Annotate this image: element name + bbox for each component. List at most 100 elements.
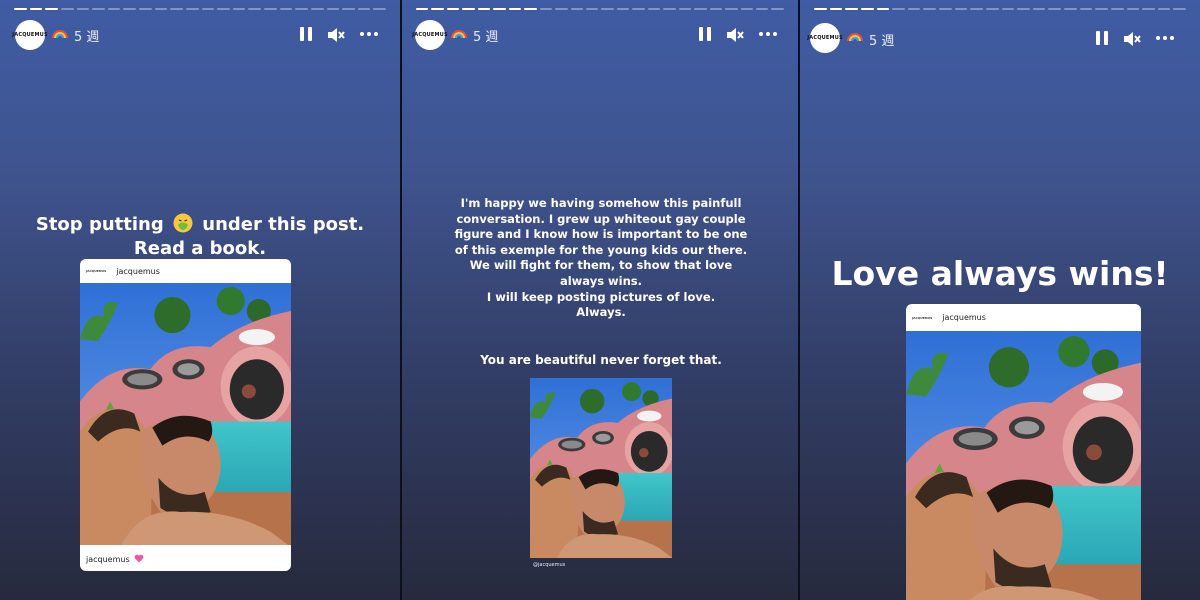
- progress-segment: [954, 8, 968, 10]
- progress-segment: [92, 8, 105, 10]
- progress-segment: [232, 8, 246, 10]
- progress-segment: [1126, 8, 1140, 10]
- progress-segment: [45, 8, 58, 10]
- progress-segment: [755, 8, 769, 10]
- message-line: of this exemple for the young kids our t…: [454, 242, 748, 257]
- progress-segment: [508, 8, 522, 10]
- progress-segment: [264, 8, 277, 10]
- progress-segment: [1095, 8, 1108, 10]
- message-line: conversation. I grew up whiteout gay cou…: [456, 211, 746, 226]
- progress-segment: [431, 8, 444, 10]
- rainbow-emoji: [451, 30, 467, 39]
- profile-avatar[interactable]: JACQUEMUS: [12, 20, 48, 50]
- speaker-muted-icon[interactable]: [726, 27, 744, 43]
- story-timestamp: 5 週: [869, 34, 895, 49]
- progress-segment: [60, 8, 74, 10]
- progress-segment: [326, 8, 340, 10]
- post-handle: jacquemus: [116, 266, 160, 276]
- post-card-header: JACQUEMUS jacquemus: [906, 304, 1141, 331]
- more-horizontal-icon[interactable]: [360, 27, 378, 36]
- progress-segment: [1157, 8, 1171, 10]
- post-card-header: JACQUEMUS jacquemus: [80, 259, 291, 283]
- progress-segment: [907, 8, 921, 10]
- progress-segment: [295, 8, 308, 10]
- message-line: always wins.: [559, 273, 643, 288]
- progress-segment: [771, 8, 784, 10]
- progress-segment: [217, 8, 230, 10]
- progress-segment: [123, 8, 136, 10]
- progress-segment: [814, 8, 827, 10]
- pause-icon[interactable]: [1096, 31, 1108, 45]
- progress-segment: [663, 8, 676, 10]
- photo-credit: @jacquemus: [533, 562, 566, 568]
- mini-logo: JACQUEMUS: [86, 269, 107, 273]
- story-progress-bar: [814, 8, 1186, 10]
- progress-segment: [462, 8, 475, 10]
- rainbow-emoji: [847, 33, 863, 42]
- progress-segment: [1064, 8, 1077, 10]
- progress-segment: [585, 8, 599, 10]
- post-card[interactable]: JACQUEMUS jacquemus jacquemus: [80, 259, 291, 571]
- progress-segment: [477, 8, 491, 10]
- avatar-label: JACQUEMUS: [412, 32, 448, 38]
- story-message: I'm happy we having somehow this painful…: [436, 196, 766, 321]
- progress-segment: [373, 8, 386, 10]
- post-photo: [80, 283, 291, 545]
- progress-segment: [446, 8, 460, 10]
- growing-heart-emoji: [134, 554, 144, 563]
- progress-segment: [678, 8, 692, 10]
- progress-segment: [939, 8, 952, 10]
- post-handle: jacquemus: [942, 313, 986, 322]
- more-horizontal-icon[interactable]: [759, 27, 777, 36]
- message-line: We will fight for them, to show that lov…: [469, 258, 733, 273]
- message-line: Always.: [576, 305, 626, 320]
- progress-segment: [829, 8, 843, 10]
- post-card[interactable]: JACQUEMUS jacquemus: [906, 304, 1141, 600]
- progress-segment: [892, 8, 905, 10]
- speaker-muted-icon[interactable]: [327, 27, 345, 43]
- progress-segment: [139, 8, 152, 10]
- rainbow-emoji: [52, 30, 68, 39]
- speaker-muted-icon[interactable]: [1123, 31, 1141, 47]
- avatar-label: JACQUEMUS: [807, 35, 843, 41]
- progress-segment: [1173, 8, 1186, 10]
- story-timestamp: 5 週: [74, 30, 100, 45]
- progress-segment: [860, 8, 874, 10]
- progress-segment: [616, 8, 630, 10]
- progress-segment: [876, 8, 890, 10]
- progress-segment: [279, 8, 293, 10]
- progress-segment: [14, 8, 27, 10]
- progress-segment: [1001, 8, 1015, 10]
- story-panel-1[interactable]: JACQUEMUS 5 週 Stop putting under this po…: [0, 0, 400, 600]
- mini-logo: JACQUEMUS: [912, 315, 933, 320]
- story-note: You are beautiful never forget that.: [480, 353, 722, 367]
- progress-segment: [740, 8, 753, 10]
- progress-segment: [1079, 8, 1093, 10]
- message-line: I'm happy we having somehow this painful…: [460, 196, 742, 210]
- more-horizontal-icon[interactable]: [1156, 31, 1174, 40]
- progress-segment: [539, 8, 553, 10]
- progress-segment: [170, 8, 183, 10]
- progress-segment: [76, 8, 90, 10]
- story-heading: Love always wins!: [831, 254, 1169, 293]
- avatar-label: JACQUEMUS: [12, 32, 48, 38]
- pause-icon[interactable]: [300, 27, 312, 41]
- progress-segment: [601, 8, 614, 10]
- story-heading: Stop putting under this post. Read a boo…: [35, 213, 365, 259]
- message-line: figure and I know how is important to be…: [454, 227, 748, 242]
- pause-icon[interactable]: [699, 27, 711, 41]
- progress-segment: [524, 8, 537, 10]
- progress-segment: [694, 8, 707, 10]
- profile-avatar[interactable]: JACQUEMUS: [807, 23, 843, 53]
- post-photo: [906, 331, 1141, 600]
- progress-segment: [357, 8, 371, 10]
- progress-segment: [647, 8, 661, 10]
- progress-segment: [1017, 8, 1030, 10]
- story-panel-3[interactable]: JACQUEMUS 5 週 Love always wins! JACQUEMU…: [800, 0, 1200, 600]
- progress-segment: [342, 8, 355, 10]
- story-panel-2[interactable]: JACQUEMUS 5 週 I'm happy we having someho…: [402, 0, 798, 600]
- progress-segment: [725, 8, 738, 10]
- progress-segment: [493, 8, 506, 10]
- nauseated-face-emoji: [173, 213, 193, 233]
- profile-avatar[interactable]: JACQUEMUS: [412, 20, 448, 50]
